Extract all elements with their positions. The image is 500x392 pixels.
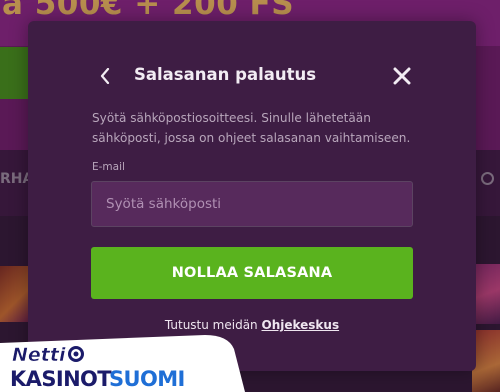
svg-text:KASINOT: KASINOT [10,367,112,391]
nettikasinotsuomi-logo: Netti KASINOT SUOMI [0,335,245,392]
background-game-tile [472,330,500,392]
modal-title: Salasanan palautus [134,65,317,84]
back-button[interactable] [94,63,116,89]
modal-header: Salasanan palautus [28,61,476,91]
background-game-tile [472,264,500,324]
help-line: Tutustu meidän Ohjekeskus [28,318,476,332]
chevron-left-icon [100,68,110,84]
svg-text:Netti: Netti [12,344,66,366]
email-input[interactable] [91,181,413,227]
help-center-link[interactable]: Ohjekeskus [262,318,340,332]
intro-text: Syötä sähköpostiosoitteesi. Sinulle lähe… [92,111,411,145]
background-game-tile [0,266,30,322]
svg-text:SUOMI: SUOMI [109,367,185,391]
help-prefix: Tutustu meidän [164,318,258,332]
password-reset-modal: Salasanan palautus Syötä sähköpostiosoit… [28,21,476,371]
background-headline: a 500€ + 200 FS [2,0,295,22]
email-label: E-mail [92,161,125,173]
close-icon [393,67,411,85]
background-green-button [0,47,30,99]
clock-icon [481,172,494,185]
close-button[interactable] [390,64,414,88]
reset-password-button[interactable]: NOLLAA SALASANA [91,247,413,299]
